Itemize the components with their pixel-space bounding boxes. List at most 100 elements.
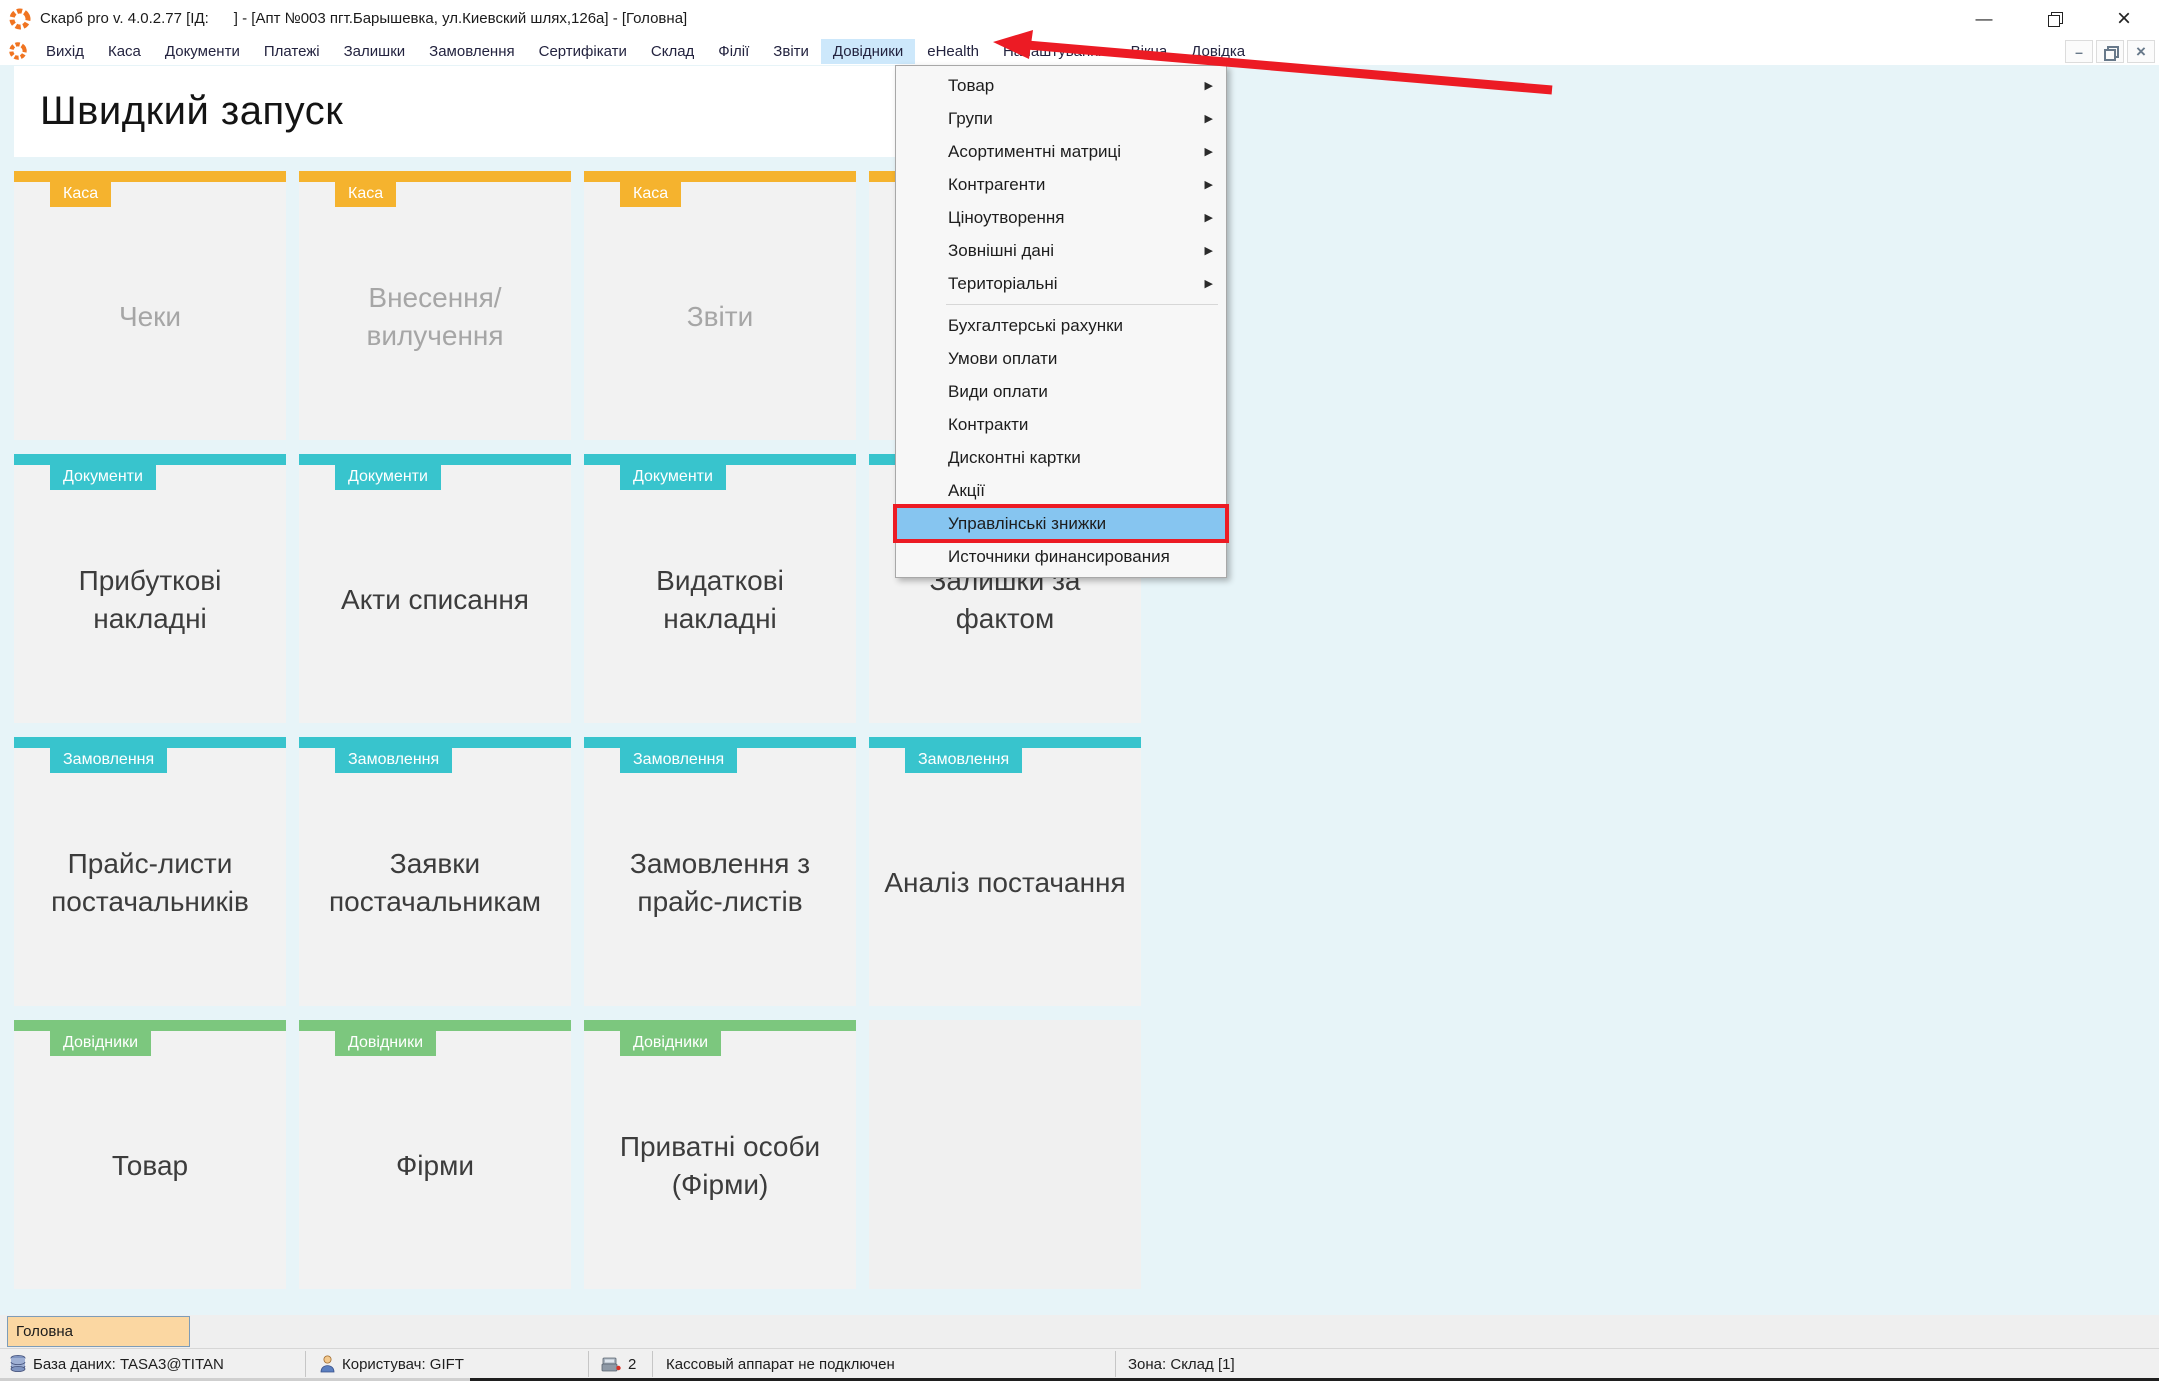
submenu-arrow-icon: ▶	[1204, 212, 1213, 224]
dropdown-item-tsinoutvorennia[interactable]: Ціноутворення ▶	[896, 201, 1226, 234]
menu-item-platezhi[interactable]: Платежі	[252, 39, 332, 64]
dropdown-item-vydy-oplaty[interactable]: Види оплати	[896, 375, 1226, 408]
tile-zaiavky-postachalnykam[interactable]: Замовлення Заявки постачальникам	[299, 737, 571, 1006]
tile-zamovlennia-z-prais-lystiv[interactable]: Замовлення Замовлення з прайс-листів	[584, 737, 856, 1006]
status-separator	[305, 1351, 306, 1377]
status-zone: Зона: Склад [1]	[1128, 1355, 1235, 1373]
tile-category-tag: Каса	[335, 182, 397, 207]
tile-vydatkovi-nakladni[interactable]: Документи Видаткові накладні	[584, 454, 856, 723]
restore-icon	[2047, 12, 2063, 27]
close-button[interactable]: ×	[2089, 0, 2159, 37]
tile-category-tag: Каса	[50, 182, 112, 207]
dropdown-item-tovar[interactable]: Товар ▶	[896, 69, 1226, 102]
mdi-restore-button[interactable]	[2096, 40, 2124, 63]
tile-category-tag: Замовлення	[620, 748, 738, 773]
database-icon	[10, 1355, 26, 1372]
tile-color-bar	[14, 1020, 286, 1031]
tile-color-bar	[299, 1020, 571, 1031]
tile-zvity-kasa[interactable]: Каса Звіти	[584, 171, 856, 440]
tile-analiz-postachannia[interactable]: Замовлення Аналіз постачання	[869, 737, 1141, 1006]
status-database: База даних: TASA3@TITAN	[10, 1349, 224, 1379]
mdi-child-icon	[9, 42, 27, 60]
menu-item-filii[interactable]: Філії	[706, 39, 761, 64]
status-user: Користувач: GIFT	[320, 1349, 464, 1379]
mdi-window-controls: – ×	[2065, 40, 2155, 63]
submenu-arrow-icon: ▶	[1204, 245, 1213, 257]
tile-color-bar	[14, 171, 286, 182]
menu-item-dokumenty[interactable]: Документи	[153, 39, 252, 64]
tile-category-tag: Довідники	[335, 1031, 437, 1056]
tile-prais-lysty-postachalnykiv[interactable]: Замовлення Прайс-листи постачальників	[14, 737, 286, 1006]
tile-category-tag: Каса	[620, 182, 682, 207]
tile-empty	[869, 1020, 1141, 1289]
tile-label: Фірми	[396, 1149, 474, 1181]
tile-color-bar	[14, 737, 286, 748]
menu-item-zvity[interactable]: Звіти	[761, 39, 821, 64]
menu-items: Вихід Каса Документи Платежі Залишки Зам…	[34, 38, 1257, 64]
menu-item-nalashtuvannia[interactable]: Налаштування	[991, 39, 1119, 64]
dropdown-item-umovy-oplaty[interactable]: Умови оплати	[896, 342, 1226, 375]
dropdown-item-upravlinski-znyzhky[interactable]: Управлінські знижки	[893, 504, 1229, 543]
status-separator	[588, 1351, 589, 1377]
tile-prybutkovi-nakladni[interactable]: Документи Прибуткові накладні	[14, 454, 286, 723]
tile-label: Приватні особи (Фірми)	[619, 1130, 821, 1200]
dropdown-item-asortymentni-matrytsi[interactable]: Асортиментні матриці ▶	[896, 135, 1226, 168]
menu-item-zamovlennia[interactable]: Замовлення	[417, 39, 526, 64]
tile-label: Внесення/вилучення	[366, 281, 504, 351]
menu-item-kasa[interactable]: Каса	[96, 39, 153, 64]
tile-label: Прибуткові накладні	[78, 564, 222, 634]
mdi-close-button[interactable]: ×	[2127, 40, 2155, 63]
tile-label: Видаткові накладні	[656, 564, 784, 634]
tile-label: Чеки	[118, 300, 182, 332]
tile-label: Заявки постачальникам	[328, 847, 542, 917]
user-icon	[320, 1355, 335, 1373]
dropdown-item-dyskontni-kartky[interactable]: Дисконтні картки	[896, 441, 1226, 474]
menu-item-zalyshky[interactable]: Залишки	[332, 39, 418, 64]
menu-item-ehealth[interactable]: eHealth	[915, 39, 991, 64]
tile-color-bar	[869, 737, 1141, 748]
menu-item-sklad[interactable]: Склад	[639, 39, 706, 64]
menu-item-dovidnyky[interactable]: Довідники	[820, 38, 916, 64]
status-separator	[1115, 1351, 1116, 1377]
submenu-arrow-icon: ▶	[1204, 146, 1213, 158]
dropdown-item-istochniki-finansirovaniya[interactable]: Источники финансирования	[896, 540, 1226, 573]
tile-label: Звіти	[686, 300, 754, 332]
status-bar: База даних: TASA3@TITAN Користувач: GIFT…	[0, 1348, 2159, 1378]
status-device-count: 2	[601, 1349, 636, 1379]
mdi-minimize-button[interactable]: –	[2065, 40, 2093, 63]
dropdown-item-terytorialni[interactable]: Територіальні ▶	[896, 267, 1226, 300]
tile-pryvatni-osoby[interactable]: Довідники Приватні особи (Фірми)	[584, 1020, 856, 1289]
tile-color-bar	[299, 737, 571, 748]
submenu-arrow-icon: ▶	[1204, 80, 1213, 92]
dropdown-item-zovnishni-dani[interactable]: Зовнішні дані ▶	[896, 234, 1226, 267]
dropdown-item-hrupy[interactable]: Групи ▶	[896, 102, 1226, 135]
dropdown-item-aktsii[interactable]: Акції	[896, 474, 1226, 507]
dropdown-separator	[946, 304, 1218, 305]
dropdown-item-kontrahenty[interactable]: Контрагенти ▶	[896, 168, 1226, 201]
tile-akty-spysannia[interactable]: Документи Акти списання	[299, 454, 571, 723]
tab-holovna[interactable]: Головна	[7, 1316, 190, 1347]
tile-color-bar	[299, 454, 571, 465]
tile-tovar[interactable]: Довідники Товар	[14, 1020, 286, 1289]
mdi-restore-icon	[2104, 45, 2119, 61]
tile-color-bar	[299, 171, 571, 182]
minimize-button[interactable]: —	[1949, 0, 2019, 37]
tile-vnesennia-vyluchennia[interactable]: Каса Внесення/вилучення	[299, 171, 571, 440]
menu-item-dovidka[interactable]: Довідка	[1179, 39, 1257, 64]
tile-label: Акти списання	[341, 583, 529, 615]
tile-firmy[interactable]: Довідники Фірми	[299, 1020, 571, 1289]
dropdown-item-bukhhalterski-rakhunky[interactable]: Бухгалтерські рахунки	[896, 309, 1226, 342]
tile-category-tag: Замовлення	[50, 748, 168, 773]
restore-button[interactable]	[2019, 0, 2089, 37]
dropdown-item-kontrakty[interactable]: Контракти	[896, 408, 1226, 441]
menu-item-vikna[interactable]: Вікна	[1119, 39, 1180, 64]
menu-item-sertyfikaty[interactable]: Сертифікати	[527, 39, 639, 64]
dovidnyky-dropdown-menu: Товар ▶ Групи ▶ Асортиментні матриці ▶ К…	[893, 65, 1229, 578]
tile-color-bar	[584, 171, 856, 182]
tile-category-tag: Довідники	[50, 1031, 152, 1056]
menu-item-vykhid[interactable]: Вихід	[34, 39, 96, 64]
window-title: Скарб pro v. 4.0.2.77 [ІД: ] - [Апт №003…	[40, 10, 688, 27]
tile-cheky[interactable]: Каса Чеки	[14, 171, 286, 440]
tile-color-bar	[584, 454, 856, 465]
cash-register-icon	[601, 1357, 621, 1371]
